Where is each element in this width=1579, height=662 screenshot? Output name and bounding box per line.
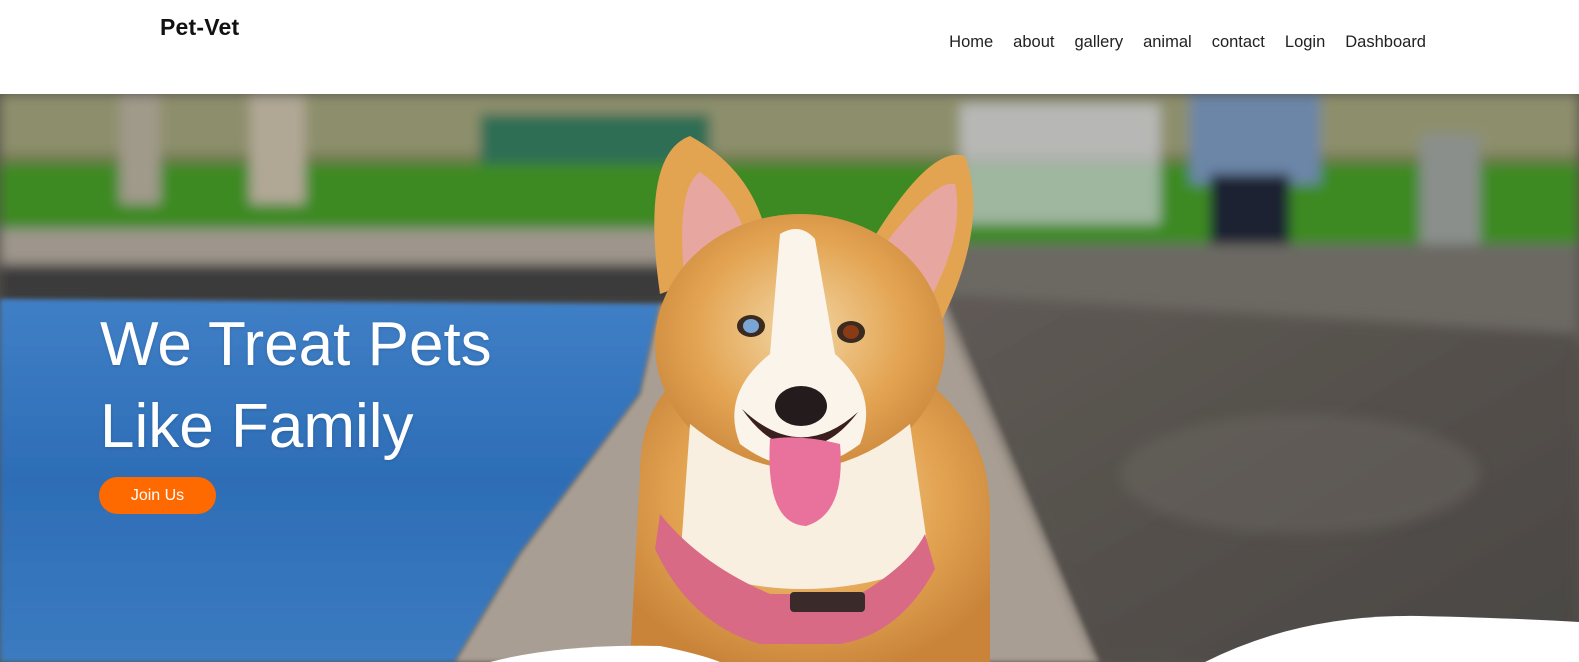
nav-item-contact[interactable]: contact (1212, 33, 1265, 52)
brand-logo[interactable]: Pet-Vet (160, 14, 239, 41)
hero-headline-line1: We Treat Pets (100, 310, 492, 379)
main-nav: Home about gallery animal contact Login … (949, 33, 1426, 52)
join-us-button[interactable]: Join Us (99, 477, 216, 514)
site-header: Pet-Vet Home about gallery animal contac… (0, 0, 1579, 94)
nav-item-about[interactable]: about (1013, 33, 1054, 52)
nav-item-animal[interactable]: animal (1143, 33, 1192, 52)
nav-item-dashboard[interactable]: Dashboard (1345, 33, 1426, 52)
hero-headline-line2: Like Family (100, 392, 414, 461)
nav-item-home[interactable]: Home (949, 33, 993, 52)
nav-item-login[interactable]: Login (1285, 33, 1325, 52)
nav-item-gallery[interactable]: gallery (1074, 33, 1123, 52)
hero-section: We Treat Pets Like Family Join Us (0, 94, 1579, 662)
hero-headline: We Treat Pets Like Family (100, 304, 492, 468)
